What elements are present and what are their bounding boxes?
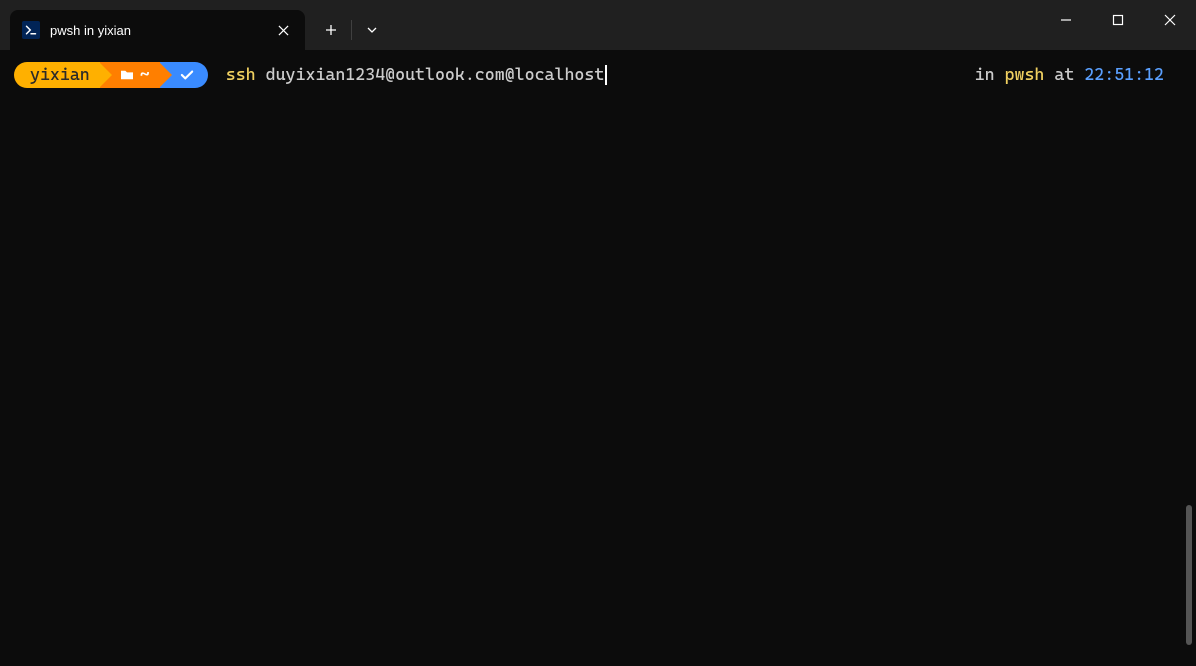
prompt-path: ~	[140, 62, 150, 88]
check-icon	[180, 69, 194, 81]
status-shell: pwsh	[1005, 62, 1045, 88]
prompt-segments: yixian ~	[14, 62, 208, 88]
scrollbar[interactable]	[1186, 505, 1192, 645]
titlebar-controls	[313, 10, 390, 50]
new-tab-button[interactable]	[313, 12, 349, 48]
minimize-button[interactable]	[1040, 0, 1092, 40]
status-time: 22:51:12	[1084, 62, 1164, 88]
window-controls	[1040, 0, 1196, 40]
divider	[351, 20, 352, 40]
powershell-icon	[22, 21, 40, 39]
tab-title: pwsh in yixian	[50, 23, 273, 38]
status-in-label: in	[975, 62, 995, 88]
command-input[interactable]: ssh duyixian1234@outlook.com@localhost	[226, 62, 608, 88]
prompt-user-segment: yixian	[14, 62, 100, 88]
status-at-label: at	[1054, 62, 1074, 88]
terminal-area[interactable]: yixian ~ ssh duyixian1234@outlook.com@lo…	[0, 50, 1196, 100]
folder-icon	[120, 69, 134, 81]
tab-close-button[interactable]	[273, 20, 293, 40]
close-window-button[interactable]	[1144, 0, 1196, 40]
titlebar: pwsh in yixian	[0, 0, 1196, 50]
text-cursor	[605, 65, 607, 85]
tab-active[interactable]: pwsh in yixian	[10, 10, 305, 50]
tab-dropdown-button[interactable]	[354, 12, 390, 48]
command-name: ssh	[226, 62, 256, 88]
maximize-button[interactable]	[1092, 0, 1144, 40]
right-prompt-status: in pwsh at 22:51:12	[975, 62, 1164, 88]
prompt-user: yixian	[30, 62, 90, 88]
command-argument: duyixian1234@outlook.com@localhost	[266, 62, 605, 88]
